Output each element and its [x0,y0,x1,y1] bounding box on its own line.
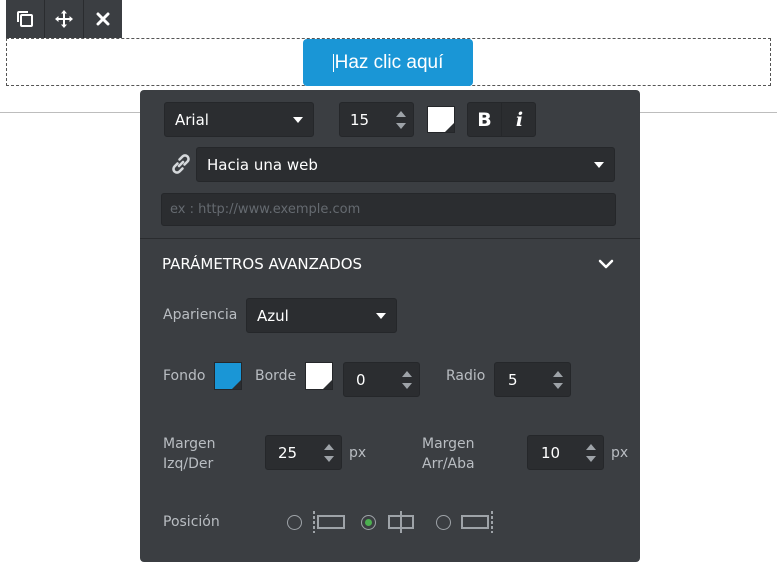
increment-icon [586,443,596,450]
margin-lr-unit: px [349,445,367,461]
radius-value: 5 [508,370,518,389]
url-input[interactable]: ex : http://www.exemple.com [161,193,616,226]
italic-button[interactable]: i [503,103,536,136]
margin-tb-spinner[interactable] [579,436,603,469]
increment-icon [402,370,412,377]
delete-button[interactable] [84,0,122,38]
border-width-spinner[interactable] [395,363,419,396]
move-icon [55,10,73,28]
align-right-icon [461,511,493,533]
font-family-select[interactable]: Arial [164,102,314,137]
border-width-value: 0 [356,370,366,389]
position-label: Posición [163,514,220,530]
background-color-swatch[interactable] [214,362,242,390]
decrement-icon [402,382,412,389]
margin-tb-stepper[interactable]: 10 [527,435,604,470]
bold-icon: B [477,108,492,131]
increment-icon [324,443,334,450]
border-label: Borde [255,368,297,384]
decrement-icon [553,382,563,389]
font-family-value: Arial [175,110,209,129]
duplicate-button[interactable] [6,0,44,38]
text-cursor [332,53,334,72]
increment-icon [553,370,563,377]
font-size-value: 15 [350,110,370,129]
decrement-icon [396,122,406,129]
link-type-value: Hacia una web [207,155,318,174]
margin-tb-label-line2: Arr/Aba [422,456,475,472]
section-divider [140,238,640,239]
close-icon [96,12,110,26]
margin-tb-unit: px [611,445,629,461]
margin-lr-stepper[interactable]: 25 [265,435,342,470]
margin-lr-label: Margen Izq/Der [163,434,216,474]
radius-label: Radio [446,368,486,384]
move-button[interactable] [45,0,83,38]
position-center-radio[interactable] [361,515,376,530]
align-left-icon [313,511,345,533]
margin-lr-label-line2: Izq/Der [163,456,214,472]
text-color-swatch[interactable] [427,106,455,133]
page-divider-left [0,112,140,113]
position-right-radio[interactable] [436,515,451,530]
button-settings-panel: Arial 15 B i Hacia una web ex: http://w… [140,90,640,562]
decrement-icon [324,455,334,462]
appearance-label: Apariencia [163,307,238,323]
radius-spinner[interactable] [546,363,570,396]
text-style-group: B i [467,102,536,137]
page-divider-right [640,112,777,113]
radius-stepper[interactable]: 5 [494,362,571,397]
margin-lr-value: 25 [278,443,298,462]
border-color-swatch[interactable] [305,362,333,390]
increment-icon [396,110,406,117]
appearance-select[interactable]: Azul [246,298,397,333]
cta-button-label: Haz clic aquí [334,51,444,73]
position-left-radio[interactable] [287,515,302,530]
chevron-down-icon [376,313,386,319]
link-icon [172,154,190,174]
element-toolbar [6,0,122,38]
advanced-toggle[interactable] [598,258,614,270]
advanced-section-title: PARÁMETROS AVANZADOS [162,255,363,273]
chevron-down-icon [594,162,604,168]
duplicate-icon [17,11,33,27]
align-center-icon [388,511,414,533]
chevron-down-icon [293,117,303,123]
decrement-icon [586,455,596,462]
margin-tb-value: 10 [541,443,561,462]
margin-lr-label-line1: Margen [163,436,216,452]
border-width-stepper[interactable]: 0 [343,362,420,397]
appearance-value: Azul [257,306,289,325]
link-type-select[interactable]: Hacia una web [196,147,615,182]
margin-lr-spinner[interactable] [317,436,341,469]
url-input-placeholder: ex : http://www.exemple.com [170,202,361,217]
font-size-spinner[interactable] [389,103,413,136]
bold-button[interactable]: B [468,103,502,136]
margin-tb-label: Margen Arr/Aba [422,434,475,474]
background-label: Fondo [163,368,206,384]
font-size-stepper[interactable]: 15 [339,102,414,137]
margin-tb-label-line1: Margen [422,436,475,452]
italic-icon: i [515,108,524,131]
cta-button[interactable]: Haz clic aquí [303,39,473,86]
chevron-down-icon [598,259,614,269]
